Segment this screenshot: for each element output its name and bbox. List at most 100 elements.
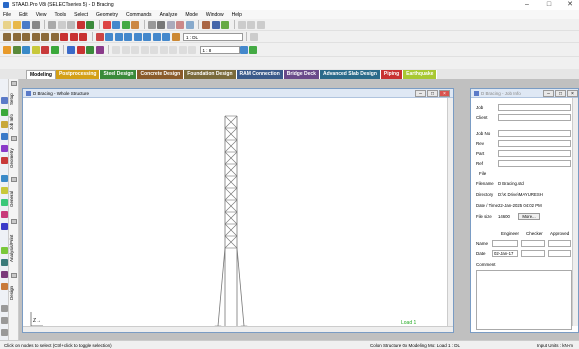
window-b-icon[interactable] (247, 20, 255, 29)
tool-solid-icon[interactable] (1, 145, 8, 152)
tool-misc-icon[interactable] (1, 305, 8, 312)
structure-diagram-icon[interactable] (171, 32, 180, 41)
tab-bridge-deck[interactable]: Bridge Deck (283, 70, 320, 79)
analysis-icon[interactable] (41, 45, 49, 54)
zoom-in-icon[interactable] (60, 32, 68, 41)
tool-material-icon[interactable] (1, 211, 8, 218)
tool-load-icon[interactable] (1, 187, 8, 194)
window-a-icon[interactable] (237, 20, 246, 29)
tab-modeling[interactable]: Modeling (26, 70, 56, 79)
load-case-combo[interactable]: 1 : DL (183, 32, 243, 41)
zoom-dynamic-icon[interactable] (124, 32, 132, 41)
solid-cursor-icon[interactable] (41, 32, 49, 41)
menu-tools[interactable]: Tools (54, 12, 66, 18)
tool-c-icon[interactable] (221, 20, 229, 29)
isometric-icon[interactable] (143, 32, 151, 41)
view-icon[interactable] (112, 20, 120, 29)
tab-earthquake[interactable]: Earthquake (403, 70, 438, 79)
maximize-button[interactable]: □ (540, 0, 558, 10)
tab-concrete-design[interactable]: Concrete Design (137, 70, 185, 79)
vtab-design[interactable]: Design (9, 280, 19, 306)
client-input[interactable] (498, 113, 571, 121)
axis-f-icon[interactable] (159, 45, 168, 54)
tab-piping[interactable]: Piping (380, 70, 404, 79)
menu-analyze[interactable]: Analyze (160, 12, 178, 18)
minimize-button[interactable]: – (518, 0, 536, 10)
print-icon[interactable] (31, 20, 40, 29)
property-icon[interactable] (12, 45, 21, 54)
menu-geometry[interactable]: Geometry (96, 12, 118, 18)
engineer-name-input[interactable] (492, 240, 518, 247)
axis-e-icon[interactable] (150, 45, 158, 54)
job-input[interactable] (498, 103, 571, 111)
approved-name-input[interactable] (548, 240, 571, 247)
tab-steel-design[interactable]: Steel Design (100, 70, 138, 79)
rotate-icon[interactable] (102, 20, 111, 29)
structure-icon[interactable] (131, 20, 139, 29)
elevation-view-icon[interactable] (162, 32, 170, 41)
more-button[interactable]: More... (518, 213, 540, 220)
menu-view[interactable]: View (36, 12, 47, 18)
menu-select[interactable]: Select (74, 12, 88, 18)
tool-misc-3-icon[interactable] (1, 329, 8, 336)
job-info-minimize-button[interactable]: – (543, 90, 554, 97)
tool-steel-icon[interactable] (1, 271, 8, 278)
zoom-all-icon[interactable] (105, 32, 113, 41)
job-info-close-button[interactable]: × (567, 90, 578, 97)
tool-support-icon[interactable] (1, 175, 8, 182)
beam-icon[interactable] (157, 20, 165, 29)
structure-minimize-button[interactable]: – (415, 90, 426, 97)
mirror-icon[interactable] (86, 45, 94, 54)
checker-date-input[interactable] (521, 250, 545, 257)
structure-vertical-scrollbar[interactable] (447, 98, 453, 326)
label-icon[interactable] (176, 20, 184, 29)
new-file-icon[interactable] (3, 20, 11, 29)
geometry-icon[interactable] (3, 45, 11, 54)
approved-date-input[interactable] (548, 250, 571, 257)
select-cursor-icon[interactable] (3, 32, 11, 41)
menu-window[interactable]: Window (206, 12, 224, 18)
split-icon[interactable] (95, 45, 104, 54)
dimension-icon[interactable] (185, 20, 194, 29)
tool-property-icon[interactable] (1, 157, 8, 164)
tool-node-icon[interactable] (1, 109, 8, 116)
menu-file[interactable]: File (3, 12, 11, 18)
paste-icon[interactable] (67, 20, 75, 29)
vtab-setup[interactable]: Setup (9, 88, 19, 110)
menu-mode[interactable]: Mode (185, 12, 198, 18)
axis-a-icon[interactable] (112, 45, 120, 54)
tab-advanced-slab-design[interactable]: Advanced Slab Design (319, 70, 381, 79)
job-info-restore-button[interactable]: □ (555, 90, 566, 97)
node-icon[interactable] (147, 20, 156, 29)
ref-input[interactable] (498, 159, 571, 167)
structure-restore-button[interactable]: □ (427, 90, 438, 97)
zoom-out-icon[interactable] (69, 32, 78, 41)
copy-icon[interactable] (57, 20, 66, 29)
tab-foundation-design[interactable]: Foundation Design (184, 70, 237, 79)
vtab-general[interactable]: General (9, 184, 19, 214)
structure-horizontal-scrollbar[interactable] (23, 326, 453, 332)
plate-cursor-icon[interactable] (31, 32, 40, 41)
engineer-date-input[interactable]: 02-Jan-17 (492, 250, 518, 257)
menu-help[interactable]: Help (232, 12, 242, 18)
redo-icon[interactable] (86, 20, 94, 29)
support-icon[interactable] (22, 45, 30, 54)
open-folder-icon[interactable] (12, 20, 21, 29)
tool-concrete-icon[interactable] (1, 283, 8, 290)
run-icon[interactable] (50, 45, 59, 54)
cut-icon[interactable] (48, 20, 56, 29)
save-icon[interactable] (22, 20, 30, 29)
unit-combo[interactable]: 1 : 8 (199, 45, 240, 54)
axis-c-icon[interactable] (131, 45, 139, 54)
help-icon[interactable] (250, 32, 258, 41)
tab-postprocessing[interactable]: Postprocessing (55, 70, 101, 79)
structure-canvas[interactable]: Z→ Load 1 (23, 98, 447, 331)
job-info-scrollbar[interactable] (572, 98, 578, 326)
part-input[interactable] (498, 149, 571, 157)
structure-close-button[interactable]: × (439, 90, 450, 97)
axis-b-icon[interactable] (121, 45, 130, 54)
rev-input[interactable] (498, 139, 571, 147)
vtab-job-info[interactable]: Job Info (9, 111, 19, 133)
beam-cursor-icon[interactable] (22, 32, 30, 41)
close-button[interactable]: ✕ (561, 0, 579, 10)
